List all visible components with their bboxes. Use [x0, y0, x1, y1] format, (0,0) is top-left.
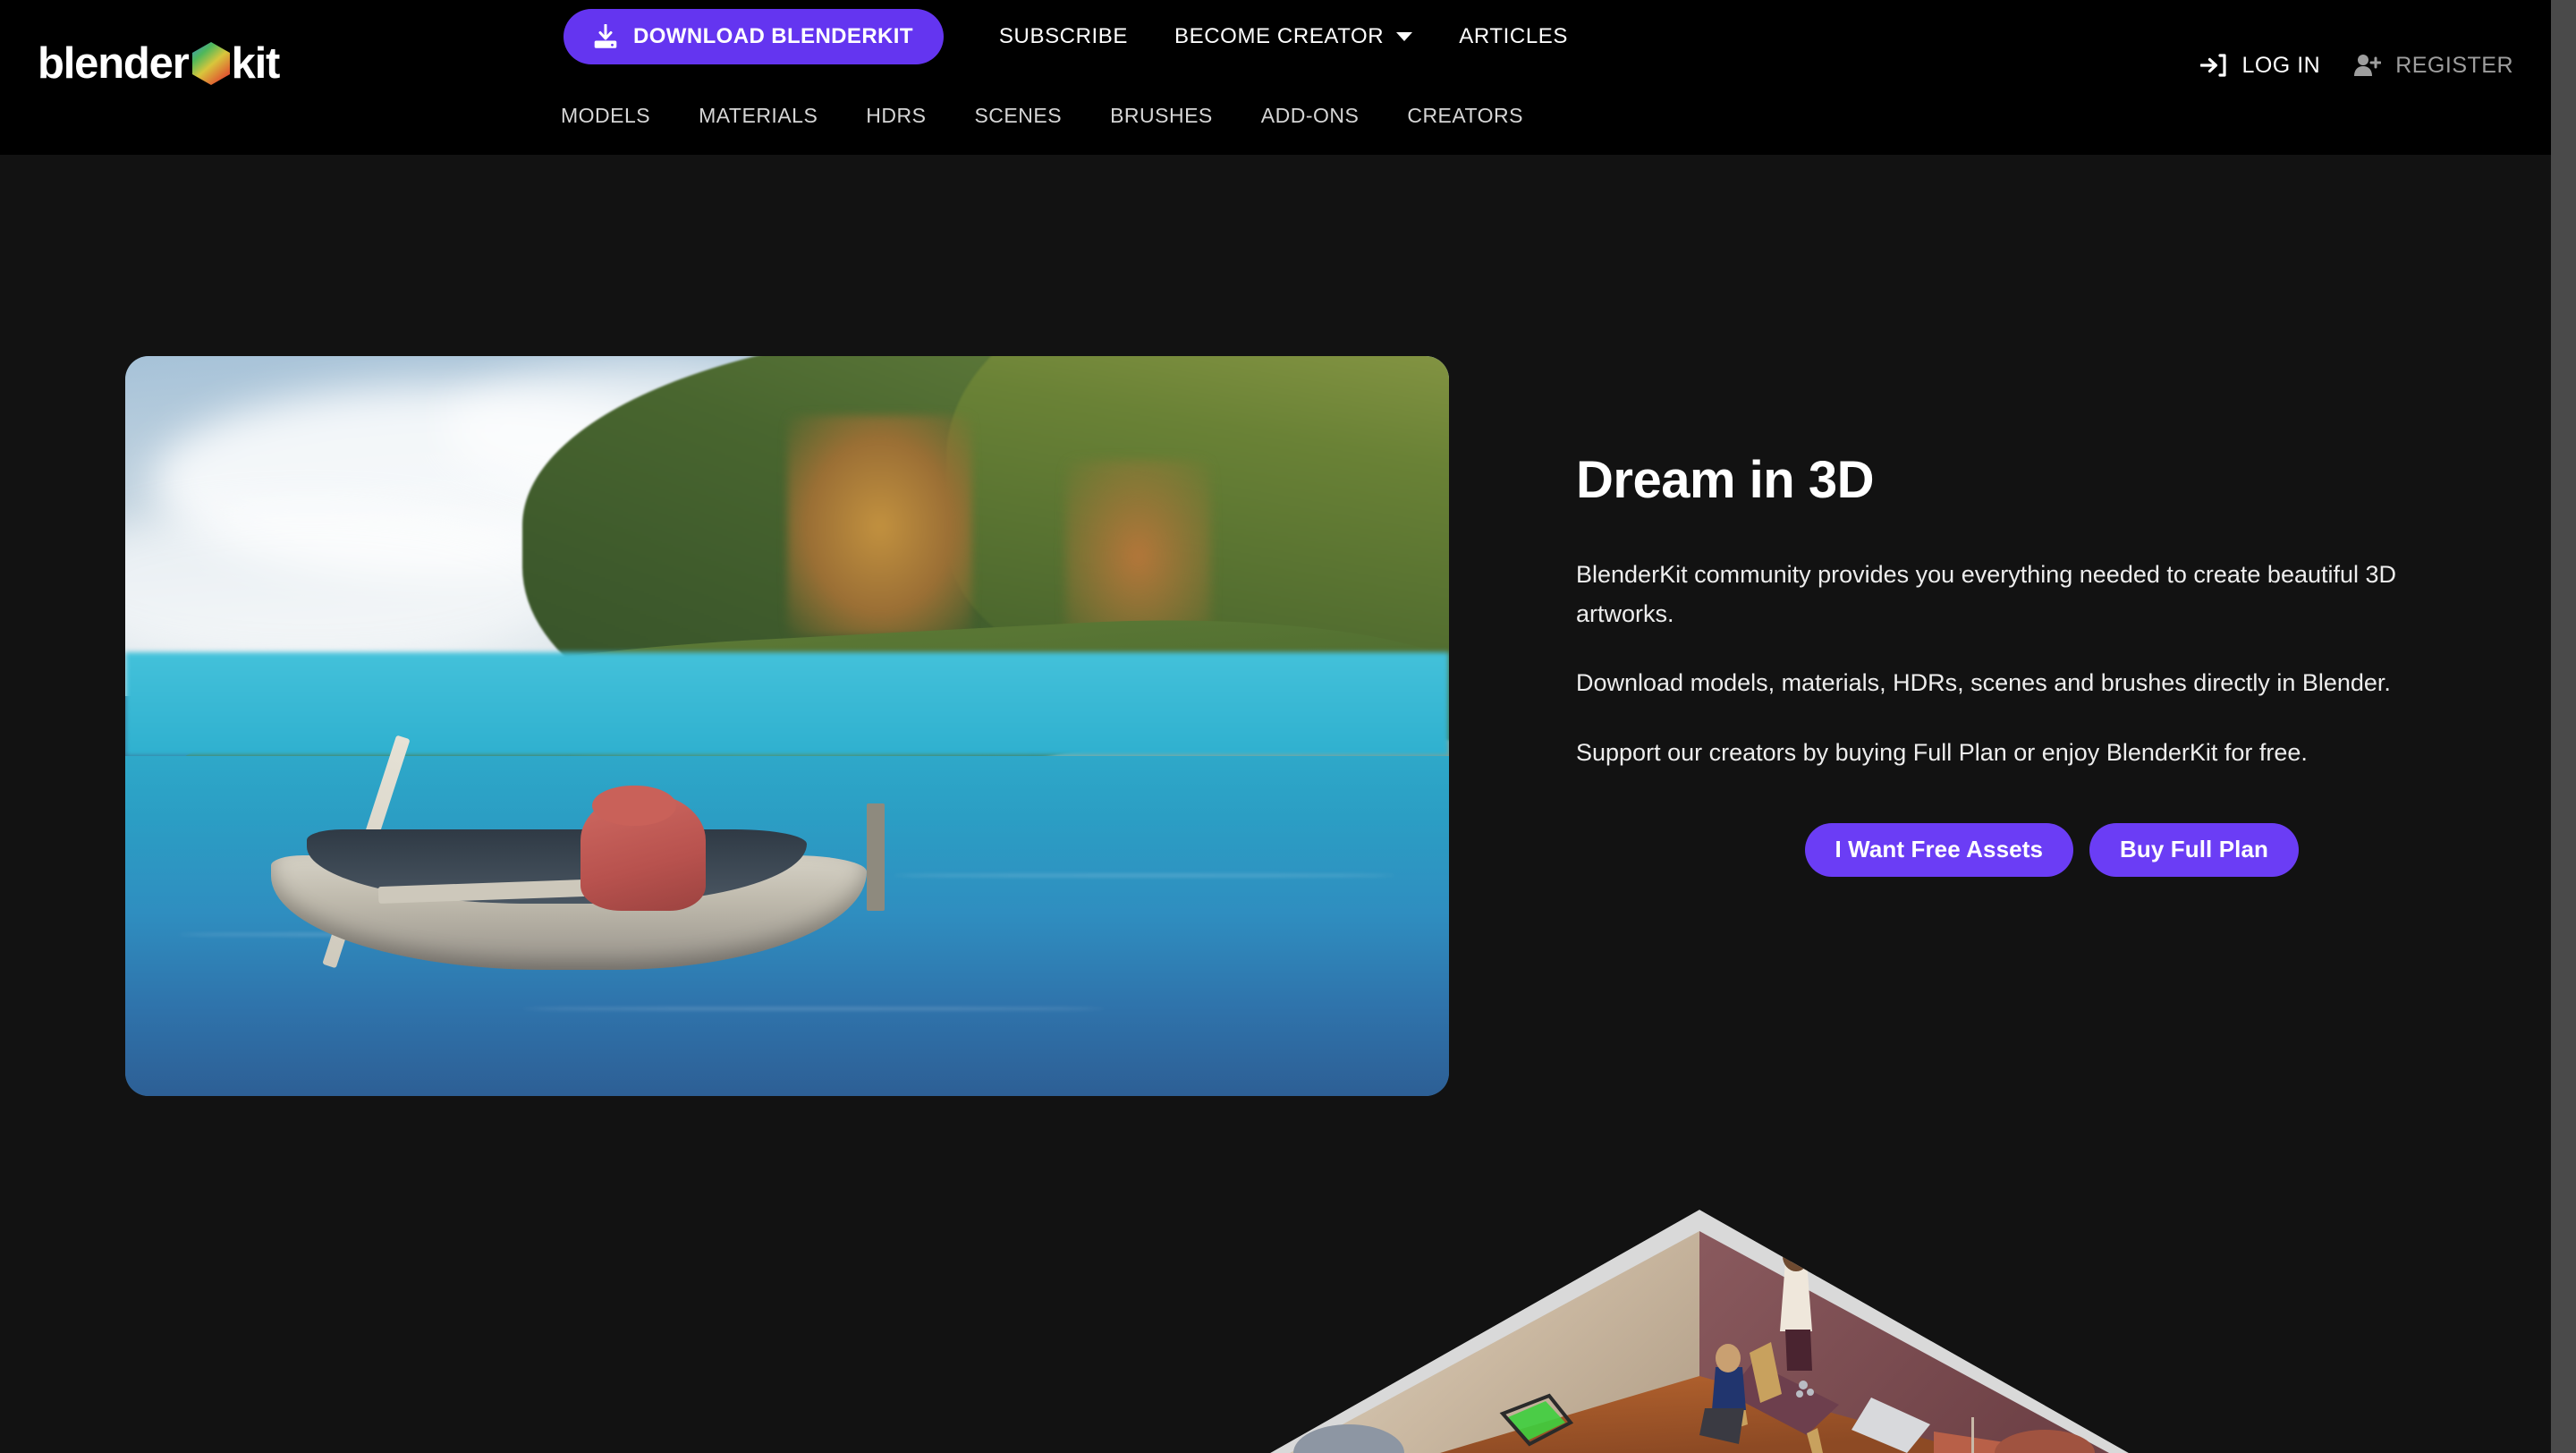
logo-text-blender: blender	[38, 38, 190, 88]
hero-ripple	[893, 873, 1396, 877]
register-button-label: REGISTER	[2395, 52, 2513, 78]
sidebar-item-creators[interactable]: CREATORS	[1383, 104, 1547, 128]
hero-paragraph-1: BlenderKit community provides you everyt…	[1576, 560, 2397, 627]
nav-link-articles[interactable]: ARTICLES	[1436, 9, 1591, 64]
nav-link-become-creator[interactable]: BECOME CREATOR	[1151, 9, 1436, 64]
hero-paragraph-3: Support our creators by buying Full Plan…	[1576, 739, 2308, 766]
hero-cta-group: I Want Free Assets Buy Full Plan	[1576, 822, 2462, 877]
page-scrollbar-track[interactable]	[2551, 0, 2576, 1453]
sidebar-item-brushes[interactable]: BRUSHES	[1086, 104, 1237, 128]
hero-teddy-bear-head	[592, 785, 676, 827]
isometric-room-svg	[1270, 1210, 2129, 1453]
sidebar-item-hdrs[interactable]: HDRS	[842, 104, 950, 128]
sidebar-item-scenes[interactable]: SCENES	[950, 104, 1086, 128]
login-button[interactable]: LOG IN	[2184, 53, 2336, 79]
hero-image	[125, 356, 1449, 1096]
account-actions: LOG IN REGISTER	[2184, 43, 2529, 88]
hero-water-far	[125, 651, 1449, 756]
register-button[interactable]: REGISTER	[2336, 53, 2529, 79]
login-button-label: LOG IN	[2241, 52, 2321, 78]
hero-mooring-post	[866, 803, 885, 912]
nav-link-articles-label: ARTICLES	[1459, 24, 1568, 48]
chevron-down-icon	[1396, 32, 1413, 41]
page-root: blender kit DOWNLOAD BLENDERKIT SUBSCRIB…	[0, 0, 2576, 1453]
hero-autumn-tree	[787, 415, 973, 638]
sidebar-item-models[interactable]: MODELS	[537, 104, 674, 128]
buy-full-plan-button[interactable]: Buy Full Plan	[2089, 822, 2299, 877]
i-want-free-assets-button[interactable]: I Want Free Assets	[1804, 822, 2074, 877]
download-icon	[594, 24, 617, 48]
sidebar-item-add-ons[interactable]: ADD-ONS	[1237, 104, 1384, 128]
download-button-label: DOWNLOAD BLENDERKIT	[633, 24, 913, 48]
hexagon-gradient-icon	[191, 42, 230, 85]
hero-text-block: Dream in 3D BlenderKit community provide…	[1576, 452, 2462, 877]
site-header: blender kit DOWNLOAD BLENDERKIT SUBSCRIB…	[0, 0, 2576, 155]
isometric-room-image	[1270, 1210, 2129, 1453]
sidebar-item-materials[interactable]: MATERIALS	[674, 104, 842, 128]
brand-logo[interactable]: blender kit	[38, 38, 281, 88]
download-blenderkit-button[interactable]: DOWNLOAD BLENDERKIT	[564, 9, 944, 64]
hero-rowboat	[270, 735, 885, 985]
logo-text-kit: kit	[231, 38, 281, 88]
secondary-nav: MODELS MATERIALS HDRS SCENES BRUSHES ADD…	[537, 97, 1547, 134]
login-arrow-icon	[2200, 54, 2227, 77]
primary-nav: DOWNLOAD BLENDERKIT SUBSCRIBE BECOME CRE…	[564, 9, 1591, 64]
nav-link-subscribe[interactable]: SUBSCRIBE	[976, 9, 1151, 64]
page-title: Dream in 3D	[1576, 451, 1874, 509]
nav-link-subscribe-label: SUBSCRIBE	[998, 24, 1129, 48]
hero-paragraph-2: Download models, materials, HDRs, scenes…	[1576, 669, 2391, 697]
nav-link-become-creator-label: BECOME CREATOR	[1174, 24, 1385, 48]
hero-ripple	[522, 1007, 1106, 1010]
person-add-icon	[2354, 55, 2382, 76]
